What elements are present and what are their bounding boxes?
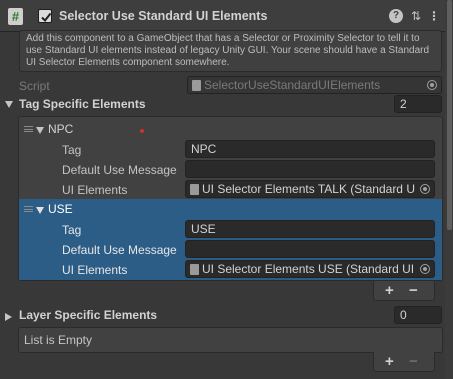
- tag-field[interactable]: NPC: [185, 140, 435, 158]
- ui-elements-label: UI Elements: [62, 263, 128, 277]
- remove-element-button: −: [409, 353, 418, 370]
- empty-list-text: List is Empty: [24, 333, 93, 347]
- script-value: SelectorUseStandardUIElements: [204, 78, 381, 92]
- component-title: Selector Use Standard UI Elements: [59, 9, 268, 23]
- tag-specific-count[interactable]: 2: [394, 95, 442, 113]
- ui-elements-value: UI Selector Elements USE (Standard UI: [202, 262, 415, 276]
- help-icon[interactable]: ?: [389, 9, 403, 23]
- script-field: SelectorUseStandardUIElements: [187, 76, 442, 94]
- object-picker-icon[interactable]: [420, 184, 430, 194]
- ui-elements-field[interactable]: UI Selector Elements TALK (Standard U: [185, 180, 435, 198]
- tag-label: Tag: [62, 143, 82, 157]
- layer-specific-label[interactable]: Layer Specific Elements: [19, 308, 157, 322]
- component-enabled-checkbox[interactable]: [38, 9, 52, 23]
- script-label: Script: [19, 79, 50, 93]
- help-box: Add this component to a GameObject that …: [19, 30, 442, 72]
- ui-elements-value: UI Selector Elements TALK (Standard U: [202, 182, 415, 196]
- drag-handle-icon[interactable]: [24, 126, 33, 132]
- tag-field[interactable]: USE: [185, 220, 435, 238]
- layer-specific-count[interactable]: 0: [394, 306, 442, 324]
- foldout-arrow-icon[interactable]: [5, 313, 16, 321]
- object-picker-icon: [427, 80, 437, 90]
- ui-elements-field[interactable]: UI Selector Elements USE (Standard UI: [185, 260, 435, 278]
- script-file-icon: [192, 80, 201, 91]
- default-use-message-field[interactable]: [185, 160, 435, 178]
- foldout-arrow-icon[interactable]: [5, 101, 13, 108]
- tag-label: Tag: [62, 223, 82, 237]
- scrollbar-thumb[interactable]: [447, 0, 452, 230]
- prefab-icon: [190, 184, 199, 195]
- element-header[interactable]: NPC: [48, 122, 73, 136]
- indicator-dot: [140, 129, 144, 133]
- element-foldout-icon[interactable]: [36, 127, 44, 134]
- list-buttons: [373, 281, 435, 301]
- element-foldout-icon[interactable]: [36, 207, 44, 214]
- element-header[interactable]: USE: [48, 202, 73, 216]
- default-use-message-label: Default Use Message: [62, 243, 177, 257]
- object-picker-icon[interactable]: [420, 264, 430, 274]
- script-icon: #: [8, 8, 23, 25]
- default-use-message-label: Default Use Message: [62, 163, 177, 177]
- add-element-button[interactable]: +: [385, 354, 394, 370]
- tag-specific-label[interactable]: Tag Specific Elements: [19, 97, 146, 111]
- default-use-message-field[interactable]: [185, 240, 435, 258]
- ui-elements-label: UI Elements: [62, 183, 128, 197]
- add-element-button[interactable]: +: [385, 283, 394, 299]
- drag-handle-icon[interactable]: [24, 206, 33, 212]
- component-menu-icon[interactable]: ⋮: [427, 9, 441, 23]
- presets-icon[interactable]: ⇅: [409, 9, 423, 23]
- remove-element-button[interactable]: −: [409, 283, 418, 299]
- list-buttons: [373, 352, 435, 372]
- prefab-icon: [190, 264, 199, 275]
